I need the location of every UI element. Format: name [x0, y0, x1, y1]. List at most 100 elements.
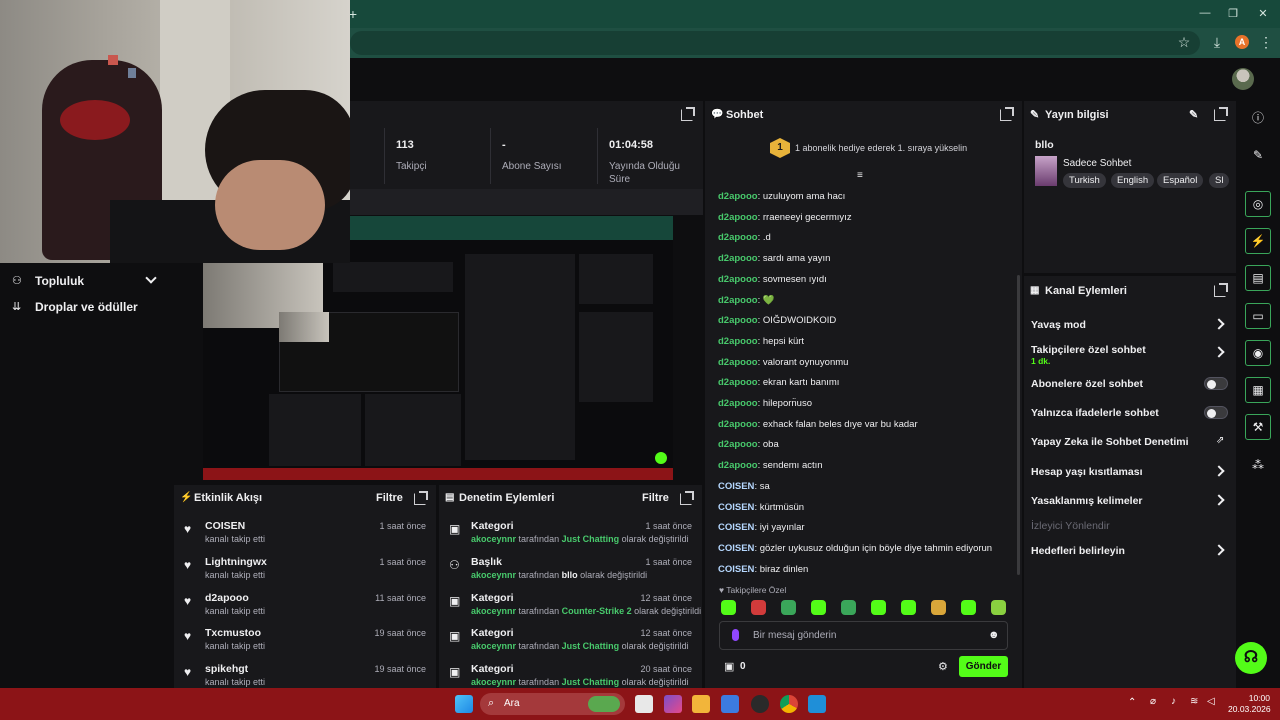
- download-icon[interactable]: ⤓: [1210, 35, 1224, 49]
- chat-username[interactable]: d2apooo: [718, 315, 758, 326]
- chat-input[interactable]: Bir mesaj gönderin ☻: [719, 621, 1008, 650]
- pencil-icon[interactable]: ✎: [1245, 142, 1271, 168]
- activity-user[interactable]: spikehgt: [205, 663, 248, 675]
- moderator-name[interactable]: akoceynnr: [471, 606, 516, 616]
- channel-action-row[interactable]: Hesap yaşı kısıtlaması: [1031, 466, 1143, 478]
- wifi-icon[interactable]: ≋: [1190, 696, 1198, 707]
- tag[interactable]: Español: [1157, 173, 1204, 188]
- channel-action-row[interactable]: Yavaş mod: [1031, 319, 1086, 331]
- emote-icon[interactable]: [811, 600, 826, 615]
- chat-username[interactable]: d2apooo: [718, 274, 758, 285]
- activity-user[interactable]: COISEN: [205, 520, 245, 532]
- emote-icon[interactable]: [841, 600, 856, 615]
- emote-icon[interactable]: [721, 600, 736, 615]
- chat-username[interactable]: d2apooo: [718, 336, 758, 347]
- emote-icon[interactable]: [901, 600, 916, 615]
- external-link-icon[interactable]: ⇗: [1216, 435, 1224, 446]
- store-icon[interactable]: [721, 695, 739, 713]
- user-avatar[interactable]: [1232, 68, 1254, 90]
- tag[interactable]: English: [1111, 173, 1155, 188]
- chat-settings-gear-icon[interactable]: ⚙: [938, 660, 948, 673]
- address-bar[interactable]: [350, 31, 1200, 55]
- popout-icon[interactable]: [1214, 107, 1228, 121]
- task-view-icon[interactable]: [635, 695, 653, 713]
- chat-username[interactable]: d2apooo: [718, 460, 758, 471]
- popout-icon[interactable]: [1000, 107, 1014, 121]
- filter-button[interactable]: Filtre: [376, 492, 403, 504]
- rail-button[interactable]: ▭: [1245, 303, 1271, 329]
- system-clock[interactable]: 10:00 20.03.2026: [1228, 693, 1271, 715]
- rail-button[interactable]: ▤: [1245, 265, 1271, 291]
- moderator-name[interactable]: akoceynnr: [471, 641, 516, 651]
- chat-settings-filter-icon[interactable]: ≡: [857, 170, 863, 181]
- rail-button[interactable]: ▦: [1245, 377, 1271, 403]
- emote-icon[interactable]: [931, 600, 946, 615]
- moderator-name[interactable]: akoceynnr: [471, 570, 516, 580]
- chrome-icon[interactable]: [780, 695, 798, 713]
- activity-user[interactable]: Lightningwx: [205, 556, 267, 568]
- chat-username[interactable]: COISEN: [718, 481, 754, 492]
- chat-username[interactable]: d2apooo: [718, 398, 758, 409]
- tag[interactable]: Sl: [1209, 173, 1230, 188]
- bookmark-star-icon[interactable]: ☆: [1177, 35, 1191, 49]
- chat-username[interactable]: COISEN: [718, 564, 754, 575]
- m365-icon[interactable]: [664, 695, 682, 713]
- file-explorer-icon[interactable]: [692, 695, 710, 713]
- menu-dots-icon[interactable]: ⋮: [1259, 35, 1273, 49]
- rail-button[interactable]: ◉: [1245, 340, 1271, 366]
- close-window-button[interactable]: ✕: [1256, 7, 1270, 21]
- popout-icon[interactable]: [414, 491, 428, 505]
- network-icon[interactable]: ⌀: [1150, 696, 1156, 707]
- chat-username[interactable]: d2apooo: [718, 357, 758, 368]
- chat-username[interactable]: COISEN: [718, 502, 754, 513]
- channel-action-row[interactable]: Yapay Zeka ile Sohbet Denetimi: [1031, 436, 1189, 448]
- category-name[interactable]: Sadece Sohbet: [1063, 158, 1131, 169]
- popout-icon[interactable]: [681, 107, 695, 121]
- activity-user[interactable]: Txcmustoo: [205, 627, 261, 639]
- chat-username[interactable]: d2apooo: [718, 439, 758, 450]
- chat-username[interactable]: d2apooo: [718, 295, 758, 306]
- channel-action-row[interactable]: Yalnızca ifadelerle sohbet: [1031, 407, 1159, 419]
- help-support-button[interactable]: ☊: [1235, 642, 1267, 674]
- chat-username[interactable]: COISEN: [718, 522, 754, 533]
- tag[interactable]: Turkish: [1063, 173, 1106, 188]
- channel-action-row[interactable]: Takipçilere özel sohbet: [1031, 344, 1146, 356]
- sidebar-item-drops[interactable]: Droplar ve ödüller: [35, 300, 138, 314]
- channel-action-row[interactable]: Hedefleri belirleyin: [1031, 545, 1125, 557]
- chat-username[interactable]: COISEN: [718, 543, 754, 554]
- speaker-icon[interactable]: ◁: [1207, 696, 1215, 707]
- rail-button[interactable]: ◎: [1245, 191, 1271, 217]
- chat-scrollbar[interactable]: [1017, 275, 1020, 575]
- sidebar-item-community[interactable]: Topluluk: [35, 274, 84, 288]
- minimize-button[interactable]: —: [1198, 6, 1212, 20]
- chat-username[interactable]: d2apooo: [718, 253, 758, 264]
- shapes-icon[interactable]: ⁂: [1245, 452, 1271, 478]
- emote-icon[interactable]: [871, 600, 886, 615]
- start-button[interactable]: [455, 695, 473, 713]
- moderator-name[interactable]: akoceynnr: [471, 677, 516, 687]
- chat-username[interactable]: d2apooo: [718, 232, 758, 243]
- chat-username[interactable]: d2apooo: [718, 419, 758, 430]
- rail-button[interactable]: ⚒: [1245, 414, 1271, 440]
- toggle-switch[interactable]: [1204, 377, 1228, 390]
- emote-icon[interactable]: [961, 600, 976, 615]
- popout-icon[interactable]: [1214, 283, 1228, 297]
- chat-username[interactable]: d2apooo: [718, 191, 758, 202]
- emote-icon[interactable]: [991, 600, 1006, 615]
- chat-username[interactable]: d2apooo: [718, 212, 758, 223]
- channel-action-row[interactable]: Abonelere özel sohbet: [1031, 378, 1143, 390]
- microphone-icon[interactable]: ♪: [1171, 696, 1176, 707]
- rail-button[interactable]: ⚡: [1245, 228, 1271, 254]
- moderator-name[interactable]: akoceynnr: [471, 534, 516, 544]
- filter-button[interactable]: Filtre: [642, 492, 669, 504]
- app-icon[interactable]: [808, 695, 826, 713]
- activity-user[interactable]: d2apooo: [205, 592, 249, 604]
- channel-action-row[interactable]: Yasaklanmış kelimeler: [1031, 495, 1143, 507]
- info-icon[interactable]: ⓘ: [1245, 105, 1271, 131]
- app-icon[interactable]: [751, 695, 769, 713]
- profile-avatar[interactable]: A: [1235, 35, 1249, 49]
- taskbar-search[interactable]: ⌕ Ara: [480, 693, 625, 715]
- emote-icon[interactable]: [751, 600, 766, 615]
- emote-icon[interactable]: [781, 600, 796, 615]
- popout-icon[interactable]: [680, 491, 694, 505]
